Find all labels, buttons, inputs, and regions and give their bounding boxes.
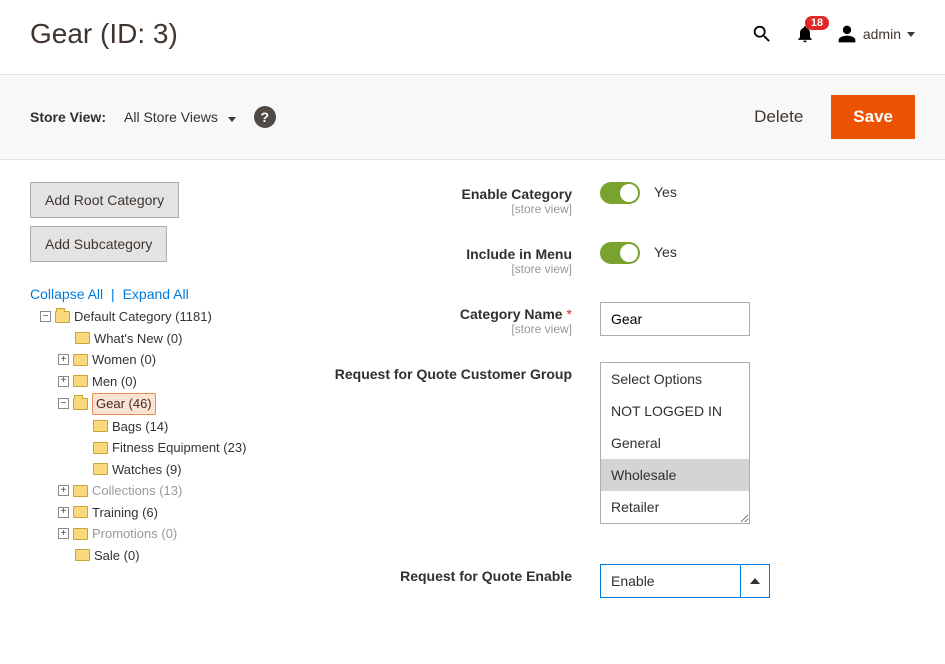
tree-node-sale[interactable]: Sale (0)	[30, 545, 300, 567]
rfq-option-select[interactable]: Select Options	[601, 363, 749, 395]
scope-hint: [store view]	[330, 322, 572, 336]
tree-node-bags[interactable]: Bags (14)	[30, 416, 300, 438]
tree-node-watches[interactable]: Watches (9)	[30, 459, 300, 481]
folder-icon	[73, 506, 88, 518]
save-button[interactable]: Save	[831, 95, 915, 139]
store-view-selector[interactable]: All Store Views	[124, 109, 236, 125]
expand-all-link[interactable]: Expand All	[123, 286, 189, 302]
admin-username: admin	[863, 26, 901, 42]
folder-icon	[93, 463, 108, 475]
chevron-up-icon	[740, 564, 770, 598]
include-in-menu-toggle[interactable]	[600, 242, 640, 264]
include-in-menu-label: Include in Menu	[466, 246, 572, 262]
folder-icon	[75, 332, 90, 344]
expand-icon[interactable]: +	[58, 507, 69, 518]
toggle-value: Yes	[654, 242, 677, 260]
tree-node-collections[interactable]: + Collections (13)	[30, 480, 300, 502]
tree-node-men[interactable]: + Men (0)	[30, 371, 300, 393]
search-icon[interactable]	[751, 23, 773, 45]
rfq-option-not-logged-in[interactable]: NOT LOGGED IN	[601, 395, 749, 427]
tree-node-fitness[interactable]: Fitness Equipment (23)	[30, 437, 300, 459]
rfq-enable-value: Enable	[600, 564, 740, 598]
category-name-label: Category Name	[460, 306, 563, 322]
rfq-enable-label: Request for Quote Enable	[400, 568, 572, 584]
add-subcategory-button[interactable]: Add Subcategory	[30, 226, 167, 262]
rfq-option-wholesale[interactable]: Wholesale	[601, 459, 749, 491]
rfq-group-label: Request for Quote Customer Group	[335, 366, 572, 382]
expand-icon[interactable]: +	[58, 376, 69, 387]
expand-icon[interactable]: +	[58, 354, 69, 365]
tree-node-gear[interactable]: − Gear (46)	[30, 392, 300, 416]
notification-badge: 18	[805, 16, 829, 30]
admin-user-menu[interactable]: admin	[837, 24, 915, 44]
collapse-icon[interactable]: −	[58, 398, 69, 409]
chevron-down-icon	[228, 117, 236, 122]
folder-icon	[73, 375, 88, 387]
notifications-icon[interactable]: 18	[795, 24, 815, 44]
expand-icon[interactable]: +	[58, 528, 69, 539]
rfq-option-general[interactable]: General	[601, 427, 749, 459]
help-icon[interactable]: ?	[254, 106, 276, 128]
tree-node-default-category[interactable]: − Default Category (1181)	[30, 306, 300, 328]
scope-hint: [store view]	[330, 262, 572, 276]
store-view-label: Store View:	[30, 109, 106, 125]
category-tree: − Default Category (1181) What's New (0)…	[30, 306, 300, 566]
folder-icon	[75, 549, 90, 561]
scope-hint: [store view]	[330, 202, 572, 216]
rfq-enable-select[interactable]: Enable	[600, 564, 770, 598]
collapse-all-link[interactable]: Collapse All	[30, 286, 103, 302]
folder-open-icon	[73, 398, 88, 410]
enable-category-toggle[interactable]	[600, 182, 640, 204]
folder-icon	[73, 485, 88, 497]
chevron-down-icon	[907, 32, 915, 37]
tree-node-promotions[interactable]: + Promotions (0)	[30, 523, 300, 545]
toggle-value: Yes	[654, 182, 677, 200]
rfq-customer-group-select[interactable]: Select Options NOT LOGGED IN General Who…	[600, 362, 750, 524]
rfq-option-retailer[interactable]: Retailer	[601, 491, 749, 523]
add-root-category-button[interactable]: Add Root Category	[30, 182, 179, 218]
tree-node-whats-new[interactable]: What's New (0)	[30, 328, 300, 350]
tree-node-women[interactable]: + Women (0)	[30, 349, 300, 371]
enable-category-label: Enable Category	[462, 186, 572, 202]
tree-node-training[interactable]: + Training (6)	[30, 502, 300, 524]
page-title: Gear (ID: 3)	[30, 18, 751, 50]
folder-icon	[73, 528, 88, 540]
folder-icon	[93, 442, 108, 454]
folder-icon	[93, 420, 108, 432]
folder-icon	[73, 354, 88, 366]
expand-icon[interactable]: +	[58, 485, 69, 496]
delete-button[interactable]: Delete	[754, 107, 803, 127]
collapse-icon[interactable]: −	[40, 311, 51, 322]
folder-open-icon	[55, 311, 70, 323]
category-name-input[interactable]	[600, 302, 750, 336]
